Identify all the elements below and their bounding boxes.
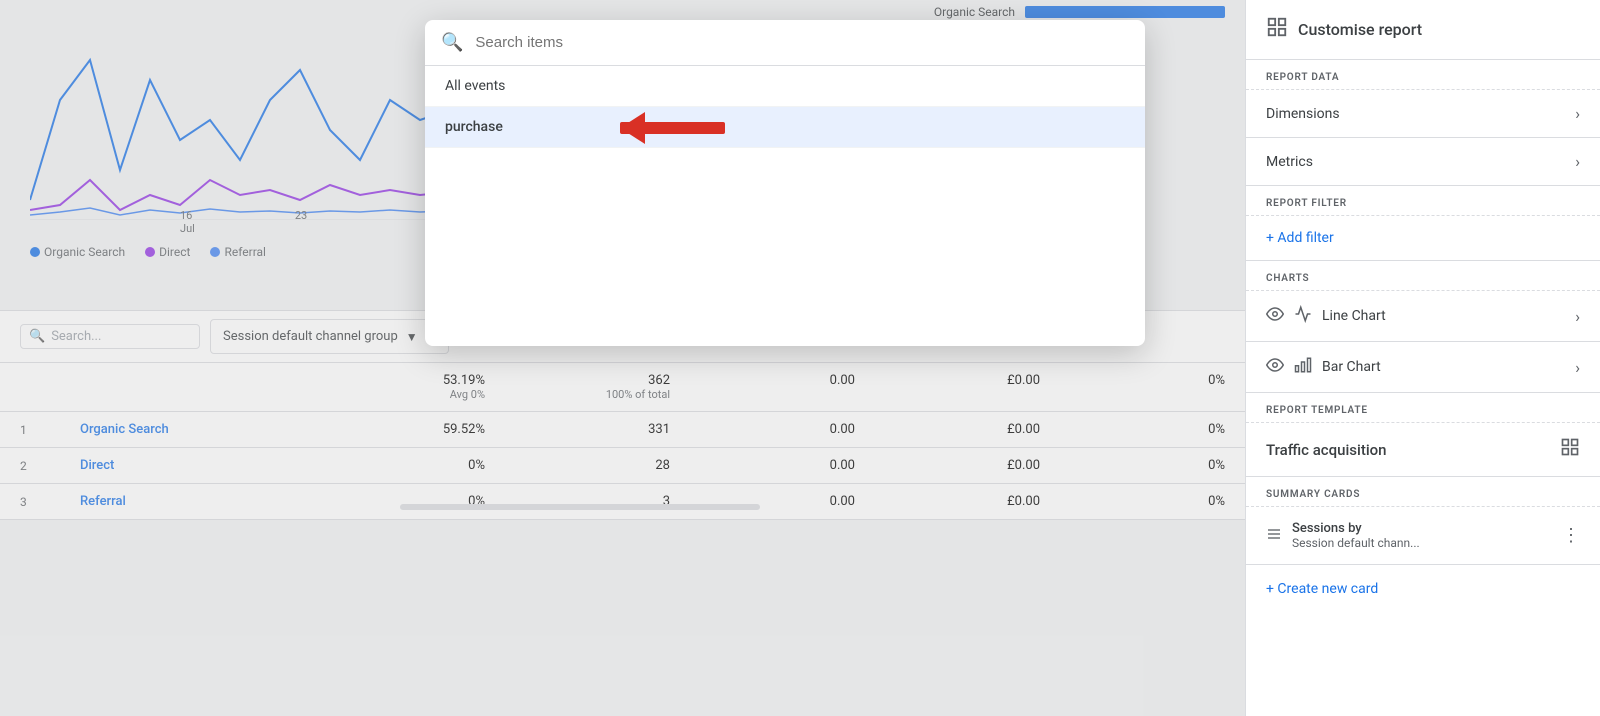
- template-name: Traffic acquisition: [1266, 441, 1387, 459]
- dimensions-item[interactable]: Dimensions ›: [1246, 90, 1600, 138]
- line-chart-item[interactable]: Line Chart ›: [1246, 291, 1600, 342]
- grid-icon-bar: [1294, 356, 1312, 378]
- chevron-right-icon: ›: [1575, 152, 1580, 171]
- chevron-right-icon: ›: [1575, 307, 1580, 326]
- line-chart-label: Line Chart: [1322, 308, 1565, 324]
- dropdown-body: All events purchase: [425, 66, 1145, 346]
- template-section: Traffic acquisition: [1246, 423, 1600, 477]
- grid-icon-line: [1294, 305, 1312, 327]
- eye-icon-line[interactable]: [1266, 305, 1284, 327]
- bar-chart-label: Bar Chart: [1322, 359, 1565, 375]
- card-menu-icon[interactable]: ⋮: [1562, 525, 1580, 546]
- card-name: Sessions by: [1292, 521, 1552, 536]
- right-panel: Customise report REPORT DATA Dimensions …: [1245, 0, 1600, 716]
- dropdown-option-all-events[interactable]: All events: [425, 66, 1145, 107]
- section-charts: CHARTS: [1246, 261, 1600, 291]
- summary-card-item: Sessions by Session default chann... ⋮: [1246, 507, 1600, 565]
- dropdown-option-purchase[interactable]: purchase: [425, 107, 1145, 148]
- metrics-label: Metrics: [1266, 154, 1313, 170]
- section-report-filter: REPORT FILTER: [1246, 186, 1600, 216]
- template-icon: [1560, 437, 1580, 462]
- section-report-template: REPORT TEMPLATE: [1246, 393, 1600, 423]
- section-report-data: REPORT DATA: [1246, 60, 1600, 90]
- create-card-label: + Create new card: [1266, 581, 1378, 597]
- eye-icon-bar[interactable]: [1266, 356, 1284, 378]
- create-new-card-button[interactable]: + Create new card: [1246, 565, 1600, 613]
- dropdown-search-icon: 🔍: [441, 32, 463, 53]
- red-arrow-indicator: [620, 108, 760, 152]
- card-text: Sessions by Session default chann...: [1292, 521, 1552, 550]
- card-rows-icon: [1266, 526, 1282, 546]
- panel-header: Customise report: [1246, 0, 1600, 60]
- chevron-right-icon: ›: [1575, 104, 1580, 123]
- add-filter-label: + Add filter: [1266, 230, 1334, 246]
- card-sub: Session default chann...: [1292, 536, 1552, 550]
- metrics-item[interactable]: Metrics ›: [1246, 138, 1600, 186]
- chevron-right-icon: ›: [1575, 358, 1580, 377]
- bar-chart-item[interactable]: Bar Chart ›: [1246, 342, 1600, 393]
- dropdown-modal: 🔍 All events purchase: [425, 20, 1145, 346]
- panel-title: Customise report: [1298, 20, 1422, 39]
- section-summary-cards: SUMMARY CARDS: [1246, 477, 1600, 507]
- customise-icon: [1266, 16, 1288, 43]
- add-filter-button[interactable]: + Add filter: [1246, 216, 1600, 261]
- dropdown-search-bar: 🔍: [425, 20, 1145, 66]
- dimensions-label: Dimensions: [1266, 106, 1340, 122]
- dropdown-search-input[interactable]: [475, 34, 1129, 51]
